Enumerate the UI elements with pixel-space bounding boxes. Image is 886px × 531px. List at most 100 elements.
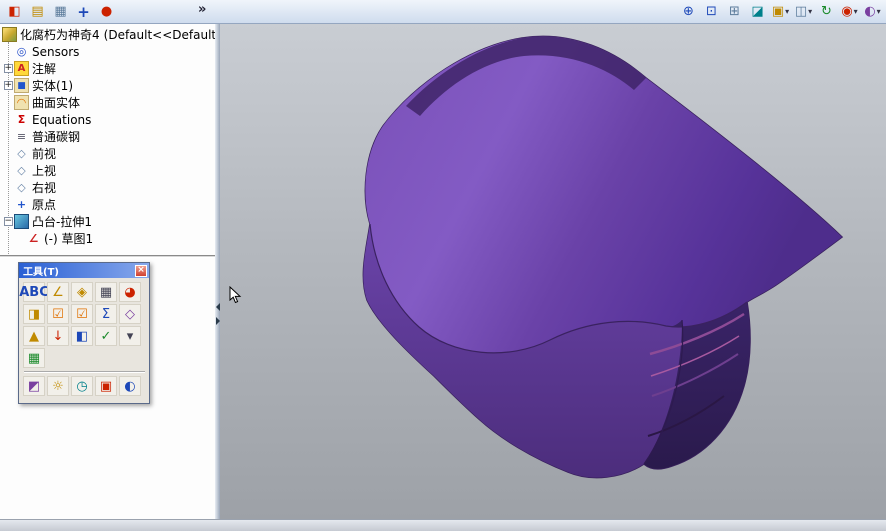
palette-separator: [24, 371, 145, 373]
view-orientation-icon[interactable]: ▣ ▾: [770, 1, 791, 21]
expand-right-icon: [215, 317, 220, 325]
tree-item-surface-bodies[interactable]: ◠ 曲面实体: [2, 94, 215, 111]
compare-documents-icon[interactable]: ◧: [71, 326, 93, 346]
tree-item-label: Sensors: [32, 44, 80, 59]
collapse-left-icon: [215, 303, 220, 311]
model-3d[interactable]: [220, 24, 886, 519]
section-properties-icon[interactable]: ▦: [95, 282, 117, 302]
tree-item-label: Equations: [32, 112, 92, 127]
part-icon: [2, 27, 17, 42]
tree-root-config: (Default<<Default...: [103, 27, 215, 42]
scene-icon[interactable]: ◐ ▾: [862, 1, 883, 21]
toolbar-overflow-chevron[interactable]: »: [198, 2, 206, 17]
zoom-in-icon[interactable]: ⊕: [678, 1, 699, 21]
tree-item-solid-bodies[interactable]: + ■ 实体(1): [2, 77, 215, 94]
tools-palette-title: 工具(T): [23, 267, 59, 278]
schedule-clock-icon[interactable]: ◷: [71, 376, 93, 396]
solid-bodies-folder-icon: ■: [14, 78, 29, 93]
palette-row: ▦: [23, 348, 146, 368]
tree-item-label: 实体(1): [32, 79, 73, 93]
options-sun-icon[interactable]: ☼: [47, 376, 69, 396]
tree-item-top-plane[interactable]: ◇ 上视: [2, 162, 215, 179]
mass-properties-icon[interactable]: ◈: [71, 282, 93, 302]
design-check-icon[interactable]: ◨: [23, 304, 45, 324]
chevron-down-icon: ▾: [876, 6, 881, 16]
equations-sigma-icon: Σ: [17, 113, 26, 126]
tree-item-label: 前视: [32, 147, 57, 161]
tree-gutter: −: [2, 217, 14, 226]
tree-item-front-plane[interactable]: ◇ 前视: [2, 145, 215, 162]
tree-item-label: 注解: [32, 62, 57, 76]
checkbox-check-icon[interactable]: ☑: [47, 304, 69, 324]
equations-sigma-icon[interactable]: Σ: [95, 304, 117, 324]
tree-item-origin[interactable]: + 原点: [2, 196, 215, 213]
tree-item-sketch[interactable]: ∠ (-) 草图1: [2, 230, 215, 247]
zoom-area-icon[interactable]: ⊡: [701, 1, 722, 21]
plane-icon: ◇: [17, 164, 26, 177]
display-style-icon[interactable]: ◫ ▾: [793, 1, 814, 21]
spellcheck-icon[interactable]: ABC: [19, 282, 49, 302]
appearances-glyph: ◉: [841, 3, 853, 19]
measure-icon[interactable]: ∠: [47, 282, 69, 302]
surface-bodies-folder-icon: ◠: [14, 95, 29, 110]
globe-icon[interactable]: ◐: [119, 376, 141, 396]
tree-item-label: 右视: [32, 181, 57, 195]
chevron-down-icon: ▾: [808, 6, 813, 16]
palette-row: ◩ ☼ ◷ ▣ ◐: [23, 376, 146, 396]
expand-plus-icon[interactable]: +: [3, 64, 13, 73]
toolbar-left-group: ◧ ▤ ▦ + ●: [0, 2, 118, 22]
chevron-down-icon: ▾: [785, 6, 790, 16]
palette-row: ◨ ☑ ☑ Σ ◇: [23, 304, 146, 324]
appearances-icon[interactable]: ◉ ▾: [839, 1, 860, 21]
view-toolbar: ⊕ ⊡ ⊞ ◪ ▣ ▾ ◫ ▾ ↻ ◉ ▾ ◐ ▾: [677, 1, 884, 21]
tree-item-equations[interactable]: Σ Equations: [2, 111, 215, 128]
check-entity-icon[interactable]: ✓: [95, 326, 117, 346]
tree-item-label: 上视: [32, 164, 57, 178]
tree-item-label: 原点: [32, 198, 57, 212]
chevron-down-icon: ▾: [853, 6, 858, 16]
sketch-icon: ∠: [28, 232, 39, 245]
page-edit-icon[interactable]: ▤: [27, 2, 48, 22]
expand-plus-icon[interactable]: +: [3, 81, 13, 90]
compare-blocks-icon[interactable]: ▣: [95, 376, 117, 396]
more-tools-arrow-icon[interactable]: ▾: [119, 326, 141, 346]
tree-root[interactable]: 化腐朽为神奇4 (Default<<Default...: [2, 26, 215, 43]
graphics-viewport[interactable]: [220, 24, 886, 519]
tools-palette-titlebar[interactable]: 工具(T) ×: [19, 263, 149, 278]
tree-item-sensors[interactable]: ◎ Sensors: [2, 43, 215, 60]
scene-glyph: ◐: [864, 3, 876, 19]
compare-geometry-icon[interactable]: ◇: [119, 304, 141, 324]
status-bar: [0, 519, 886, 531]
move-arrows-icon[interactable]: +: [73, 2, 94, 22]
tree-item-material[interactable]: ≡ 普通碳钢: [2, 128, 215, 145]
tree-item-boss-extrude[interactable]: − 凸台-拉伸1: [2, 213, 215, 230]
section-view-icon[interactable]: ◪: [747, 1, 768, 21]
tools-palette: 工具(T) × ABC ∠ ◈ ▦ ◕ ◨ ☑ ☑ Σ ◇ ▲ ↓ ◧ ✓ ▾ …: [18, 262, 150, 404]
close-icon[interactable]: ×: [135, 264, 147, 277]
performance-pie-icon[interactable]: ◕: [119, 282, 141, 302]
tools-palette-body: ABC ∠ ◈ ▦ ◕ ◨ ☑ ☑ Σ ◇ ▲ ↓ ◧ ✓ ▾ ▦ ◩ ☼ ◷ …: [19, 278, 149, 403]
tree-item-label: 曲面实体: [32, 96, 81, 110]
appearance-brush-icon[interactable]: ◩: [23, 376, 45, 396]
checkbox-verify-icon[interactable]: ☑: [71, 304, 93, 324]
rotate-view-icon[interactable]: ↻: [816, 1, 837, 21]
panel-splitter-vertical[interactable]: [215, 24, 220, 519]
tree-item-annotations[interactable]: + A 注解: [2, 60, 215, 77]
panel-splitter-horizontal[interactable]: [0, 255, 215, 258]
tree-item-right-plane[interactable]: ◇ 右视: [2, 179, 215, 196]
sphere-icon[interactable]: ●: [96, 2, 117, 22]
design-table-grid-icon[interactable]: ▦: [23, 348, 45, 368]
splitter-handle[interactable]: [215, 296, 220, 332]
origin-icon: +: [16, 198, 27, 211]
collapse-minus-icon[interactable]: −: [3, 217, 13, 226]
design-table-icon[interactable]: ▦: [50, 2, 71, 22]
part-cube-icon[interactable]: ◧: [4, 2, 25, 22]
display-style-glyph: ◫: [794, 3, 808, 19]
warning-triangle-icon[interactable]: ▲: [23, 326, 45, 346]
tree-item-label: 凸台-拉伸1: [32, 215, 92, 229]
tree-gutter: +: [2, 64, 14, 73]
view-orientation-glyph: ▣: [771, 3, 785, 19]
material-icon: ≡: [16, 130, 27, 143]
import-diagnostics-icon[interactable]: ↓: [47, 326, 69, 346]
zoom-fit-icon[interactable]: ⊞: [724, 1, 745, 21]
